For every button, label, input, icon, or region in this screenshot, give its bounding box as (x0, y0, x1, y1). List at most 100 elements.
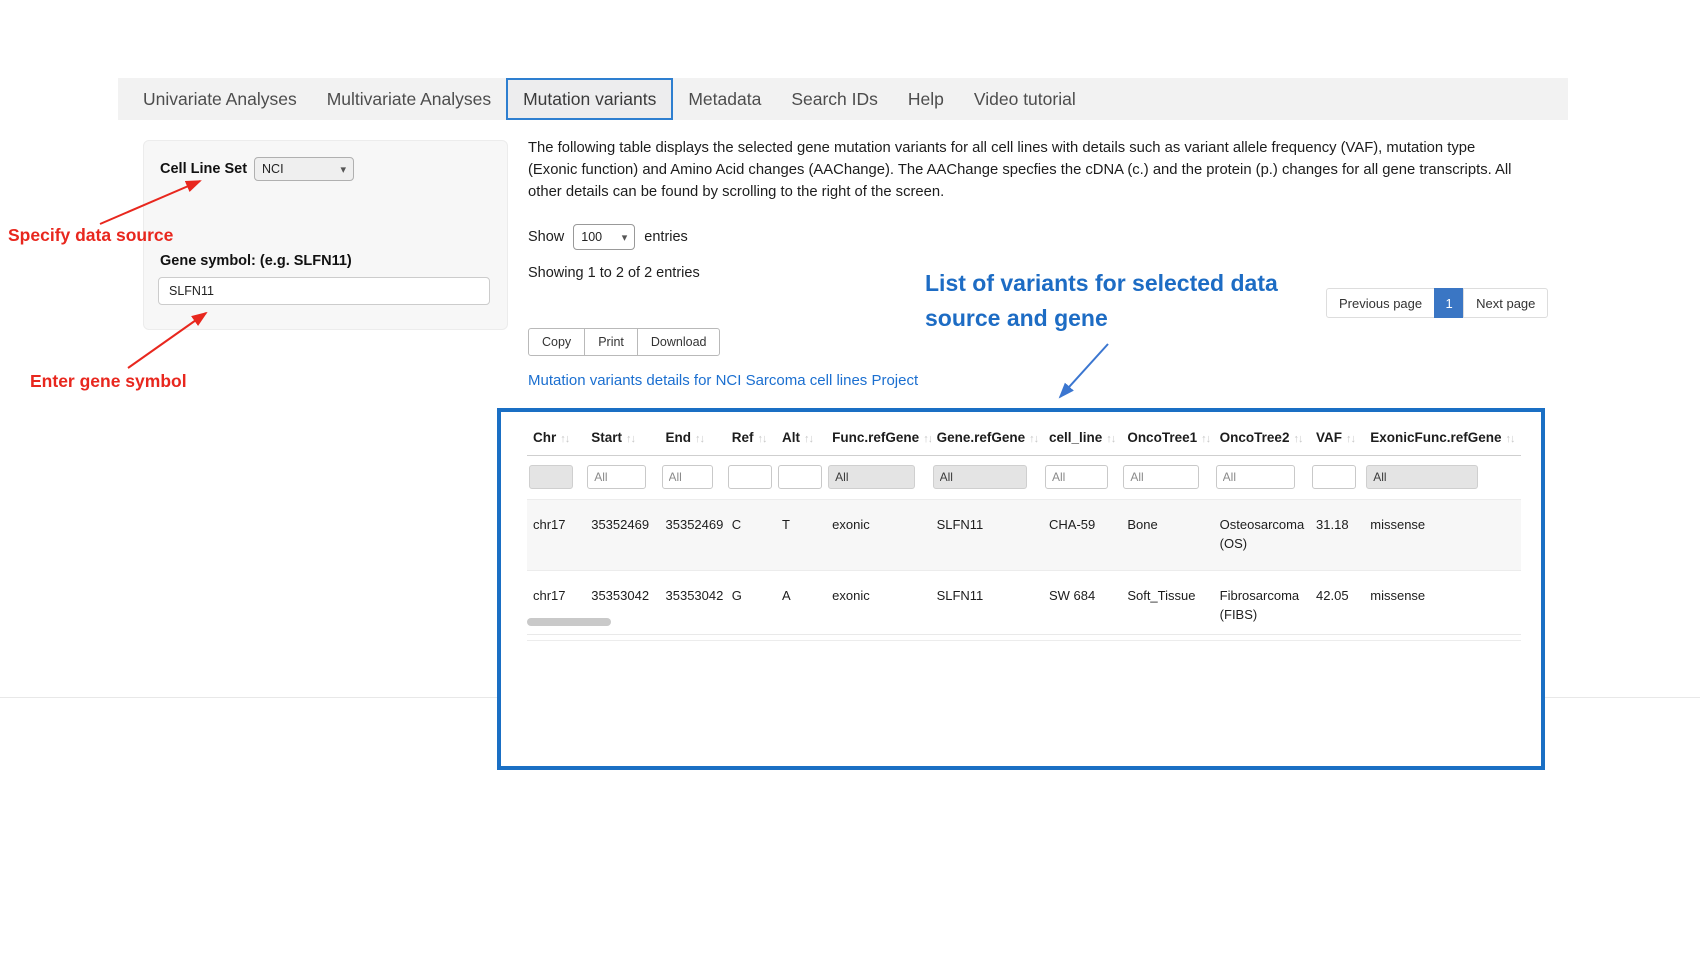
filter-oncotree2[interactable] (1216, 465, 1295, 489)
table-cell: missense (1364, 500, 1521, 571)
table-cell: missense (1364, 570, 1521, 641)
tab-multivariate-analyses[interactable]: Multivariate Analyses (312, 78, 506, 120)
col-label: OncoTree1 (1127, 430, 1197, 445)
col-header-exonicfunc-refgene[interactable]: ExonicFunc.refGene ↑↓ (1364, 422, 1521, 456)
col-label: End (666, 430, 692, 445)
table-row: chr17 35352469 35352469 C T exonic SLFN1… (527, 500, 1521, 571)
entries-control: Show 100 ▾ entries (528, 224, 688, 250)
col-label: VAF (1316, 430, 1342, 445)
col-header-vaf[interactable]: VAF ↑↓ (1310, 422, 1364, 456)
filter-end[interactable] (662, 465, 714, 489)
tab-search-ids[interactable]: Search IDs (776, 78, 893, 120)
col-header-ref[interactable]: Ref↑↓ (726, 422, 776, 456)
table-cell: C (726, 500, 776, 571)
col-header-chr[interactable]: Chr↑↓ (527, 422, 585, 456)
gene-symbol-input[interactable] (158, 277, 490, 305)
tab-metadata[interactable]: Metadata (673, 78, 776, 120)
app-root: Univariate Analyses Multivariate Analyse… (0, 0, 1700, 956)
table-cell: 35352469 (585, 500, 659, 571)
chevron-down-icon: ▾ (341, 163, 347, 176)
cell-line-set-value: NCI (262, 162, 284, 176)
show-label: Show (528, 229, 564, 245)
table-row: chr17 35353042 35353042 G A exonic SLFN1… (527, 570, 1521, 641)
col-label: Alt (782, 430, 800, 445)
cell-line-set-select[interactable]: NCI ▾ (254, 157, 354, 181)
tab-univariate-analyses[interactable]: Univariate Analyses (128, 78, 312, 120)
table-header-row: Chr↑↓ Start↑↓ End↑↓ Ref↑↓ Alt↑↓ Func.ref… (527, 422, 1521, 456)
filter-ref[interactable] (728, 465, 772, 489)
table-cell: CHA-59 (1043, 500, 1121, 571)
col-header-func-refgene[interactable]: Func.refGene↑↓ (826, 422, 930, 456)
arrow-variants-list (1060, 344, 1108, 397)
cell-line-set-label: Cell Line Set (160, 161, 247, 177)
sort-icon: ↑↓ (1106, 433, 1115, 445)
table-cell: SLFN11 (931, 500, 1043, 571)
download-button[interactable]: Download (637, 328, 721, 356)
table-cell: SLFN11 (931, 570, 1043, 641)
page-1-button[interactable]: 1 (1434, 288, 1464, 318)
sort-icon: ↑↓ (1506, 433, 1515, 445)
cell-line-set-row: Cell Line Set NCI ▾ (160, 157, 354, 181)
table-cell: Osteosarcoma (OS) (1214, 500, 1310, 571)
table-cell: Soft_Tissue (1121, 570, 1213, 641)
filter-cell-line[interactable] (1045, 465, 1108, 489)
col-header-cell-line[interactable]: cell_line ↑↓ (1043, 422, 1121, 456)
sort-icon: ↑↓ (1346, 433, 1355, 445)
chevron-down-icon: ▾ (622, 231, 628, 244)
filter-chr[interactable] (529, 465, 573, 489)
tab-video-tutorial[interactable]: Video tutorial (959, 78, 1091, 120)
col-label: Gene.refGene (937, 430, 1026, 445)
next-page-button[interactable]: Next page (1463, 288, 1548, 318)
table-cell: A (776, 570, 826, 641)
table-cell: SW 684 (1043, 570, 1121, 641)
tab-mutation-variants[interactable]: Mutation variants (506, 78, 673, 120)
filter-exonicfunc-refgene[interactable] (1366, 465, 1478, 489)
horizontal-scrollbar-thumb[interactable] (527, 618, 611, 626)
col-header-oncotree1[interactable]: OncoTree1↑↓ (1121, 422, 1213, 456)
sort-icon: ↑↓ (923, 433, 930, 445)
filter-func-refgene[interactable] (828, 465, 915, 489)
col-label: Chr (533, 430, 556, 445)
controls-panel: Cell Line Set NCI ▾ Gene symbol: (e.g. S… (143, 140, 508, 330)
print-button[interactable]: Print (584, 328, 638, 356)
table-filter-row (527, 456, 1521, 500)
horizontal-scrollbar-track (527, 634, 1521, 635)
variants-table: Chr↑↓ Start↑↓ End↑↓ Ref↑↓ Alt↑↓ Func.ref… (527, 422, 1521, 641)
entries-per-page-select[interactable]: 100 ▾ (573, 224, 635, 250)
col-label: ExonicFunc.refGene (1370, 430, 1501, 445)
table-cell: 31.18 (1310, 500, 1364, 571)
sort-icon: ↑↓ (758, 433, 767, 445)
sort-icon: ↑↓ (626, 433, 635, 445)
variants-table-panel: Chr↑↓ Start↑↓ End↑↓ Ref↑↓ Alt↑↓ Func.ref… (497, 408, 1545, 770)
tab-help[interactable]: Help (893, 78, 959, 120)
filter-gene-refgene[interactable] (933, 465, 1027, 489)
filter-alt[interactable] (778, 465, 822, 489)
pagination: Previous page 1 Next page (1326, 288, 1548, 318)
table-cell: G (726, 570, 776, 641)
col-header-alt[interactable]: Alt ↑↓ (776, 422, 826, 456)
sort-icon: ↑↓ (1293, 433, 1302, 445)
col-header-end[interactable]: End↑↓ (660, 422, 726, 456)
filter-vaf[interactable] (1312, 465, 1356, 489)
annotation-variants-list: List of variants for selected data sourc… (925, 266, 1323, 335)
col-header-oncotree2[interactable]: OncoTree2↑↓ (1214, 422, 1310, 456)
filter-start[interactable] (587, 465, 646, 489)
table-cell: Fibrosarcoma (FIBS) (1214, 570, 1310, 641)
sort-icon: ↑↓ (804, 433, 813, 445)
copy-button[interactable]: Copy (528, 328, 585, 356)
col-header-start[interactable]: Start↑↓ (585, 422, 659, 456)
col-header-gene-refgene[interactable]: Gene.refGene↑↓ (931, 422, 1043, 456)
filter-oncotree1[interactable] (1123, 465, 1199, 489)
table-cell: exonic (826, 500, 930, 571)
nav-bar: Univariate Analyses Multivariate Analyse… (118, 78, 1568, 120)
table-cell: exonic (826, 570, 930, 641)
col-label: cell_line (1049, 430, 1102, 445)
table-cell: 42.05 (1310, 570, 1364, 641)
table-cell: chr17 (527, 570, 585, 641)
table-cell: 35353042 (585, 570, 659, 641)
table-title-link[interactable]: Mutation variants details for NCI Sarcom… (528, 372, 918, 389)
previous-page-button[interactable]: Previous page (1326, 288, 1435, 318)
table-description: The following table displays the selecte… (528, 138, 1523, 204)
table-cell: Bone (1121, 500, 1213, 571)
showing-entries-text: Showing 1 to 2 of 2 entries (528, 265, 700, 281)
